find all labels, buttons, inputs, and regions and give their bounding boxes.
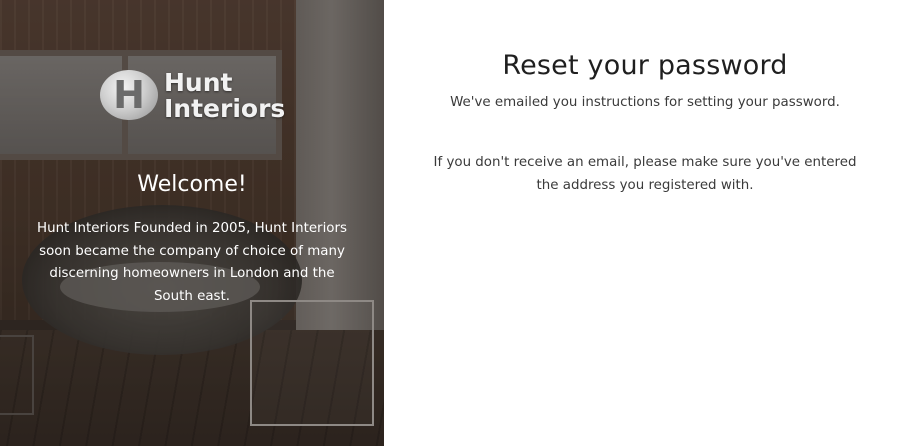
hunt-interiors-logo: H Hunt Interiors — [100, 68, 300, 128]
logo-wordmark: Hunt Interiors — [164, 70, 285, 122]
welcome-heading: Welcome! — [137, 172, 247, 197]
no-email-help-message: If you don't receive an email, please ma… — [433, 155, 857, 193]
logo-emblem-letter: H — [113, 73, 145, 117]
welcome-description: Hunt Interiors Founded in 2005, Hunt Int… — [37, 221, 347, 304]
page-title: Reset your password — [502, 50, 788, 81]
reset-password-panel: Reset your password We've emailed you in… — [384, 0, 909, 446]
logo-emblem-icon: H — [100, 70, 158, 120]
hero-image-panel: H Hunt Interiors Welcome! Hunt Interiors… — [0, 0, 384, 446]
logo-line-1: Hunt — [164, 68, 233, 97]
logo-line-2: Interiors — [164, 94, 286, 123]
email-sent-message: We've emailed you instructions for setti… — [450, 95, 840, 110]
